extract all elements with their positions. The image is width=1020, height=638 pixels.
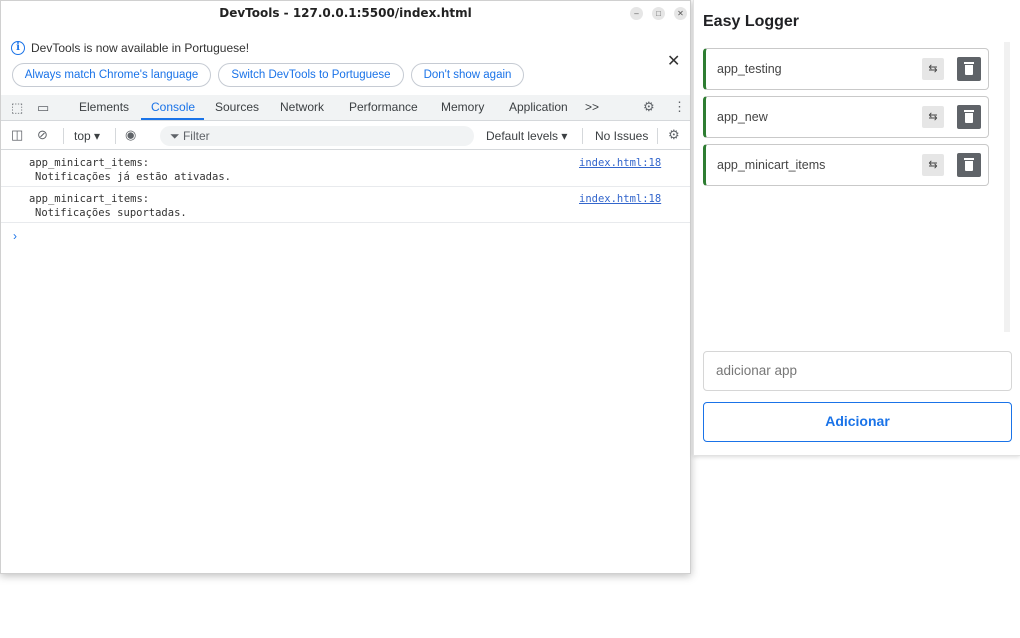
devtools-tabbar: ⬚ ▭ Elements Console Sources Network Per…: [1, 95, 690, 121]
console-output: app_minicart_items: Notificações já estã…: [1, 151, 690, 223]
message-label: app_minicart_items:: [29, 193, 150, 205]
dont-show-again-button[interactable]: Don't show again: [411, 63, 524, 87]
inspect-element-icon[interactable]: ⬚: [11, 100, 23, 116]
tab-network[interactable]: Network: [280, 100, 324, 114]
tab-memory[interactable]: Memory: [441, 100, 484, 114]
panel-title: Easy Logger: [703, 13, 800, 30]
filter-icon: ⏷: [170, 129, 180, 143]
filter-placeholder: Filter: [182, 129, 210, 143]
console-filterbar: ◫ ⊘ top ▾ ◉ ⏷ Filter Default levels ▾ No…: [1, 122, 690, 150]
more-options-icon[interactable]: ⋮: [673, 99, 686, 115]
match-language-button[interactable]: Always match Chrome's language: [12, 63, 211, 87]
more-tabs-button[interactable]: >>: [585, 100, 599, 114]
tab-elements[interactable]: Elements: [79, 100, 129, 114]
app-card: app_new ⇆: [703, 96, 989, 138]
console-settings-icon[interactable]: ⚙: [668, 127, 680, 143]
divider: [657, 128, 658, 144]
sidebar-toggle-icon[interactable]: ◫: [11, 127, 23, 143]
log-levels-dropdown[interactable]: Default levels ▾: [486, 129, 567, 143]
context-label: top: [74, 129, 91, 143]
tab-console[interactable]: Console: [151, 100, 195, 114]
message-source-link[interactable]: index.html:18: [579, 157, 661, 169]
context-selector[interactable]: top ▾: [74, 129, 100, 143]
clear-console-icon[interactable]: ⊘: [37, 127, 48, 143]
add-app-button[interactable]: Adicionar: [703, 402, 1012, 442]
live-expression-eye-icon[interactable]: ◉: [125, 127, 136, 143]
tab-performance[interactable]: Performance: [349, 100, 418, 114]
swap-icon[interactable]: ⇆: [922, 154, 944, 176]
message-text: Notificações já estão ativadas.: [35, 171, 231, 183]
infobar-close-icon[interactable]: ✕: [667, 51, 680, 71]
window-title: DevTools - 127.0.0.1:5500/index.html: [219, 6, 472, 20]
add-app-input[interactable]: adicionar app: [703, 351, 1012, 391]
message-source-link[interactable]: index.html:18: [579, 193, 661, 205]
message-label: app_minicart_items:: [29, 157, 150, 169]
maximize-icon[interactable]: □: [652, 7, 665, 20]
issues-button[interactable]: No Issues: [595, 129, 648, 143]
window-titlebar: DevTools - 127.0.0.1:5500/index.html – □…: [1, 1, 690, 25]
console-message: app_minicart_items: Notificações suporta…: [1, 187, 690, 223]
message-text: Notificações suportadas.: [35, 207, 187, 219]
divider: [115, 128, 116, 144]
swap-icon[interactable]: ⇆: [922, 106, 944, 128]
app-card: app_testing ⇆: [703, 48, 989, 90]
switch-language-button[interactable]: Switch DevTools to Portuguese: [218, 63, 404, 87]
tab-sources[interactable]: Sources: [215, 100, 259, 114]
minimize-icon[interactable]: –: [630, 7, 643, 20]
easy-logger-panel: Easy Logger app_testing ⇆ app_new ⇆ app_…: [693, 0, 1020, 456]
filter-input[interactable]: ⏷ Filter: [160, 126, 474, 146]
app-name: app_testing: [717, 62, 782, 76]
trash-icon[interactable]: [957, 153, 981, 177]
app-name: app_new: [717, 110, 768, 124]
divider: [63, 128, 64, 144]
close-icon[interactable]: ✕: [674, 7, 687, 20]
app-card: app_minicart_items ⇆: [703, 144, 989, 186]
console-prompt[interactable]: ›: [13, 229, 17, 243]
devtools-window: DevTools - 127.0.0.1:5500/index.html – □…: [0, 0, 691, 574]
swap-icon[interactable]: ⇆: [922, 58, 944, 80]
console-message: app_minicart_items: Notificações já estã…: [1, 151, 690, 187]
info-icon: i: [11, 41, 25, 55]
trash-icon[interactable]: [957, 57, 981, 81]
trash-icon[interactable]: [957, 105, 981, 129]
device-toolbar-icon[interactable]: ▭: [37, 100, 49, 116]
settings-icon[interactable]: ⚙: [643, 99, 655, 115]
tab-application[interactable]: Application: [509, 100, 568, 114]
divider: [582, 128, 583, 144]
infobar-message: DevTools is now available in Portuguese!: [31, 41, 250, 55]
active-tab-indicator: [141, 118, 204, 120]
app-list-scrollbar[interactable]: [1004, 42, 1010, 332]
app-name: app_minicart_items: [717, 158, 826, 172]
log-levels-label: Default levels: [486, 129, 559, 143]
